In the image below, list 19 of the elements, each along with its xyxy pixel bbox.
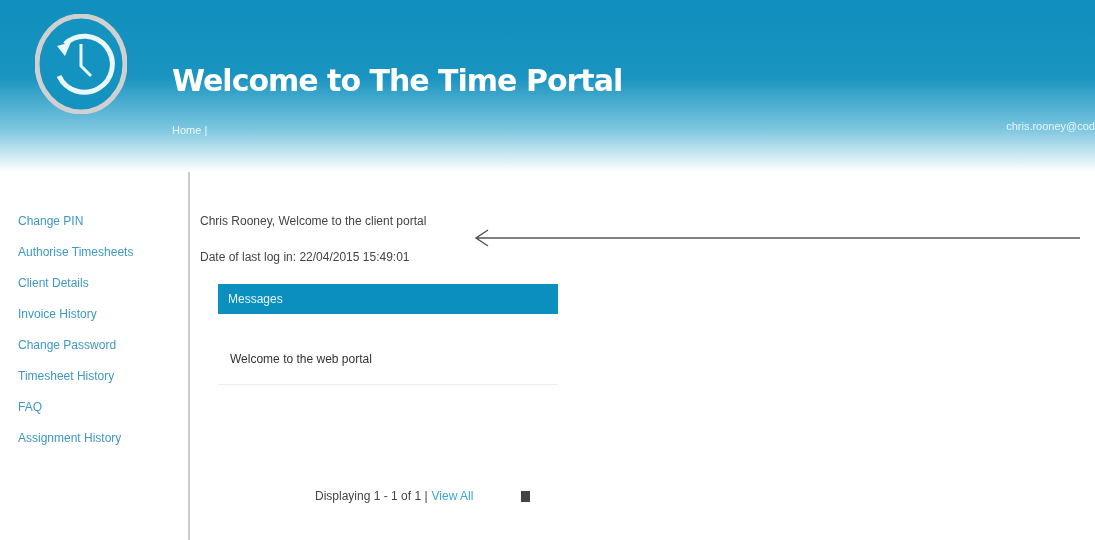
view-all-link[interactable]: View All bbox=[431, 489, 474, 503]
messages-header: Messages bbox=[218, 284, 558, 314]
sidebar-link[interactable]: Change Password bbox=[18, 338, 188, 352]
sidebar-link[interactable]: Timesheet History bbox=[18, 369, 188, 383]
page-title: Welcome to The Time Portal bbox=[172, 63, 624, 98]
sidebar-link[interactable]: FAQ bbox=[18, 400, 188, 414]
clock-logo-icon bbox=[35, 14, 127, 114]
sidebar-link[interactable]: Change PIN bbox=[18, 214, 188, 228]
sidebar-link[interactable]: Assignment History bbox=[18, 431, 188, 445]
last-login-text: Date of last log in: 22/04/2015 15:49:01 bbox=[200, 250, 411, 264]
message-item: Welcome to the web portal bbox=[218, 314, 558, 385]
sidebar-link[interactable]: Client Details bbox=[18, 276, 188, 290]
user-email: chris.rooney@cod bbox=[1006, 120, 1095, 134]
nav-link[interactable]: Home | bbox=[172, 124, 208, 136]
sidebar-link[interactable]: Invoice History bbox=[18, 307, 188, 321]
greeting-text: Chris Rooney, Welcome to the client portal bbox=[200, 214, 428, 228]
sidebar-link[interactable]: Authorise Timesheets bbox=[18, 245, 188, 259]
square-icon[interactable] bbox=[521, 490, 531, 502]
pager-text: Displaying 1 - 1 of 1 | bbox=[315, 489, 428, 503]
